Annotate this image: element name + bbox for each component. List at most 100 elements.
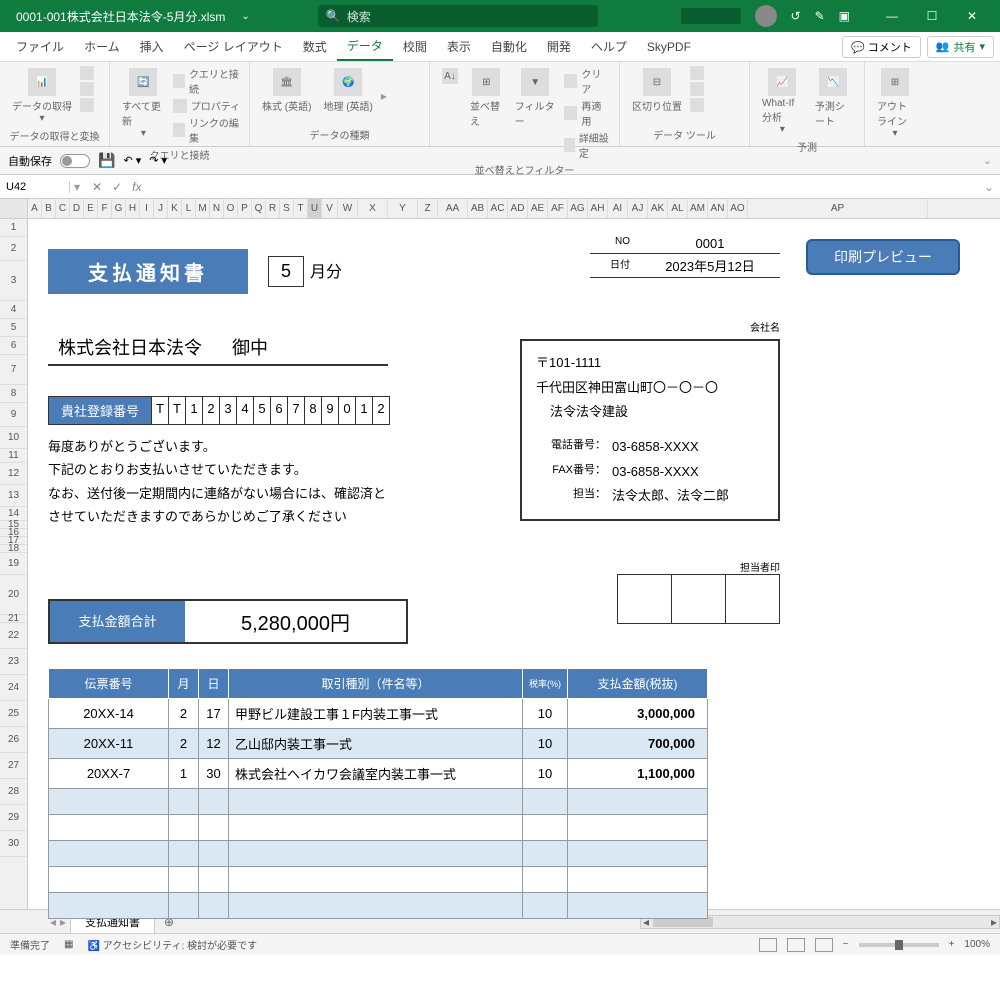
col-header[interactable]: AM (688, 199, 708, 218)
window-mode-icon[interactable]: ▣ (839, 9, 850, 23)
zoom-out-button[interactable]: − (843, 939, 849, 950)
from-table-icon[interactable] (80, 98, 94, 112)
col-header[interactable]: F (98, 199, 112, 218)
expand-formula-icon[interactable]: ⌄ (978, 180, 1000, 194)
col-header[interactable]: W (338, 199, 358, 218)
row-header[interactable]: 24 (0, 675, 27, 701)
row-header[interactable]: 13 (0, 485, 27, 507)
advanced-button[interactable]: 詳細設定 (564, 130, 611, 160)
row-header[interactable]: 9 (0, 403, 27, 427)
menu-view[interactable]: 表示 (437, 32, 481, 61)
col-header[interactable]: K (168, 199, 182, 218)
menu-review[interactable]: 校閲 (393, 32, 437, 61)
minimize-button[interactable]: — (872, 2, 912, 30)
row-header[interactable]: 18 (0, 545, 27, 553)
page-break-button[interactable] (815, 938, 833, 952)
cancel-icon[interactable]: ✕ (92, 180, 102, 194)
maximize-button[interactable]: ☐ (912, 2, 952, 30)
col-header[interactable]: G (112, 199, 126, 218)
col-header[interactable]: X (358, 199, 388, 218)
sort-button[interactable]: ⊞並べ替え (466, 66, 507, 130)
print-preview-button[interactable]: 印刷プレビュー (806, 239, 960, 275)
zoom-slider[interactable] (859, 943, 939, 947)
col-header[interactable]: D (70, 199, 84, 218)
search-box[interactable]: 🔍 検索 (318, 5, 598, 27)
col-header[interactable]: H (126, 199, 140, 218)
normal-view-button[interactable] (759, 938, 777, 952)
row-header[interactable]: 6 (0, 337, 27, 355)
enter-icon[interactable]: ✓ (112, 180, 122, 194)
row-header[interactable]: 4 (0, 301, 27, 319)
worksheet[interactable]: NO0001 日付2023年5月12日 印刷プレビュー 支払通知書 5 月分 会… (28, 219, 1000, 909)
row-header[interactable]: 8 (0, 385, 27, 403)
col-header[interactable]: O (224, 199, 238, 218)
menu-file[interactable]: ファイル (6, 32, 74, 61)
redo-button[interactable]: ↷ ▾ (149, 154, 167, 167)
col-header[interactable]: B (42, 199, 56, 218)
geography-button[interactable]: 🌍地理 (英語) (319, 66, 376, 115)
menu-formula[interactable]: 数式 (293, 32, 337, 61)
text-to-columns-button[interactable]: ⊟区切り位置 (628, 66, 686, 115)
accessibility-label[interactable]: ♿ アクセシビリティ: 検討が必要です (87, 937, 257, 952)
col-header[interactable]: AJ (628, 199, 648, 218)
col-header[interactable]: AA (438, 199, 468, 218)
pen-icon[interactable]: ✎ (815, 9, 825, 23)
row-header[interactable]: 5 (0, 319, 27, 337)
close-button[interactable]: ✕ (952, 2, 992, 30)
filename-dropdown-icon[interactable]: ⌄ (241, 11, 249, 22)
col-header[interactable]: R (266, 199, 280, 218)
col-header[interactable]: Q (252, 199, 266, 218)
menu-developer[interactable]: 開発 (537, 32, 581, 61)
edit-links-button[interactable]: リンクの編集 (173, 115, 241, 145)
undo-button[interactable]: ↶ ▾ (123, 154, 141, 167)
col-header[interactable]: AN (708, 199, 728, 218)
col-header[interactable]: J (154, 199, 168, 218)
zoom-in-button[interactable]: + (949, 939, 955, 950)
forecast-button[interactable]: 📉予測シート (811, 66, 856, 130)
row-header[interactable]: 28 (0, 779, 27, 805)
col-header[interactable]: AL (668, 199, 688, 218)
col-header[interactable]: S (280, 199, 294, 218)
whatif-button[interactable]: 📈What-If 分析▾ (758, 66, 807, 137)
share-button[interactable]: 👥 共有 ▾ (927, 36, 994, 58)
col-header[interactable]: AI (608, 199, 628, 218)
col-header[interactable]: AO (728, 199, 748, 218)
col-header[interactable]: Z (418, 199, 438, 218)
col-header[interactable]: AF (548, 199, 568, 218)
row-header[interactable]: 2 (0, 237, 27, 261)
col-header[interactable]: AD (508, 199, 528, 218)
remove-dup-icon[interactable] (690, 82, 704, 96)
formula-input[interactable] (150, 179, 978, 194)
col-header[interactable]: C (56, 199, 70, 218)
filter-button[interactable]: ▼フィルター (511, 66, 560, 130)
collapse-ribbon-icon[interactable]: ⌄ (983, 154, 992, 167)
col-header[interactable]: L (182, 199, 196, 218)
page-layout-button[interactable] (787, 938, 805, 952)
row-header[interactable]: 12 (0, 463, 27, 485)
properties-button[interactable]: プロパティ (173, 98, 241, 113)
row-header[interactable]: 11 (0, 449, 27, 463)
col-header[interactable]: AK (648, 199, 668, 218)
clear-filter-button[interactable]: クリア (564, 66, 611, 96)
row-header[interactable]: 26 (0, 727, 27, 753)
name-box[interactable]: U42 (0, 181, 70, 193)
flash-fill-icon[interactable] (690, 66, 704, 80)
col-header[interactable]: N (210, 199, 224, 218)
col-header[interactable]: V (322, 199, 338, 218)
col-header[interactable]: A (28, 199, 42, 218)
row-header[interactable]: 23 (0, 649, 27, 675)
refresh-all-button[interactable]: 🔄すべて更新▾ (118, 66, 169, 141)
col-header[interactable]: AB (468, 199, 488, 218)
avatar[interactable] (755, 5, 777, 27)
row-header[interactable]: 30 (0, 831, 27, 857)
from-web-icon[interactable] (80, 82, 94, 96)
row-header[interactable]: 1 (0, 219, 27, 237)
row-header[interactable]: 7 (0, 355, 27, 385)
col-header[interactable]: U (308, 199, 322, 218)
zoom-value[interactable]: 100% (964, 939, 990, 950)
col-header[interactable]: AH (588, 199, 608, 218)
stocks-button[interactable]: 🏛株式 (英語) (258, 66, 315, 115)
sort-az-button[interactable]: A↓ (438, 66, 462, 88)
outline-button[interactable]: ⊞アウトライン▾ (873, 66, 917, 141)
row-header[interactable]: 25 (0, 701, 27, 727)
